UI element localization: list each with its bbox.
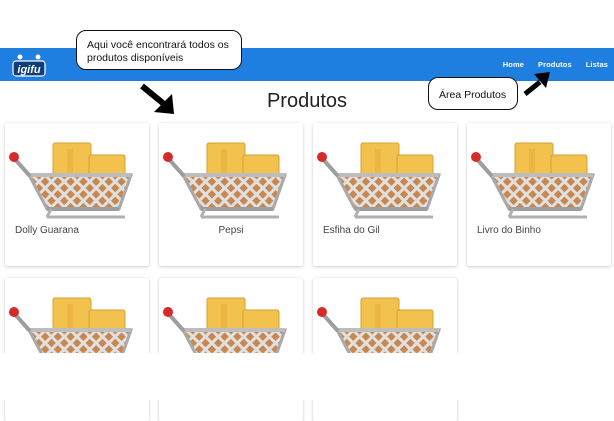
product-card[interactable]: Dolly Guarana [5, 123, 149, 266]
product-card[interactable]: Esfiha do Gil [313, 123, 457, 266]
arrow-up-right-icon [523, 72, 550, 96]
product-card[interactable]: Pepsi [159, 123, 303, 266]
igifu-logo[interactable]: igifu [12, 52, 46, 78]
shopping-cart-icon [469, 135, 609, 225]
shopping-cart-icon [315, 135, 455, 225]
product-name: Esfiha do Gil [323, 225, 380, 236]
svg-text:igifu: igifu [17, 64, 40, 76]
product-card[interactable]: Livro do Binho [467, 123, 611, 266]
nav-link-produtos[interactable]: Produtos [538, 60, 572, 69]
nav-link-home[interactable]: Home [503, 60, 524, 69]
callout-products-list: Aqui você encontrará todos os produtos d… [76, 30, 242, 70]
product-name: Pepsi [218, 225, 244, 236]
shopping-cart-icon [161, 135, 301, 225]
shopping-cart-icon [7, 135, 147, 225]
arrow-down-right-icon [140, 83, 174, 114]
product-name: Dolly Guarana [15, 225, 79, 236]
product-name: Livro do Binho [477, 225, 541, 236]
callout-products-area: Área Produtos [428, 77, 518, 110]
nav-link-listas[interactable]: Listas [586, 60, 608, 69]
page-bottom [0, 353, 614, 400]
